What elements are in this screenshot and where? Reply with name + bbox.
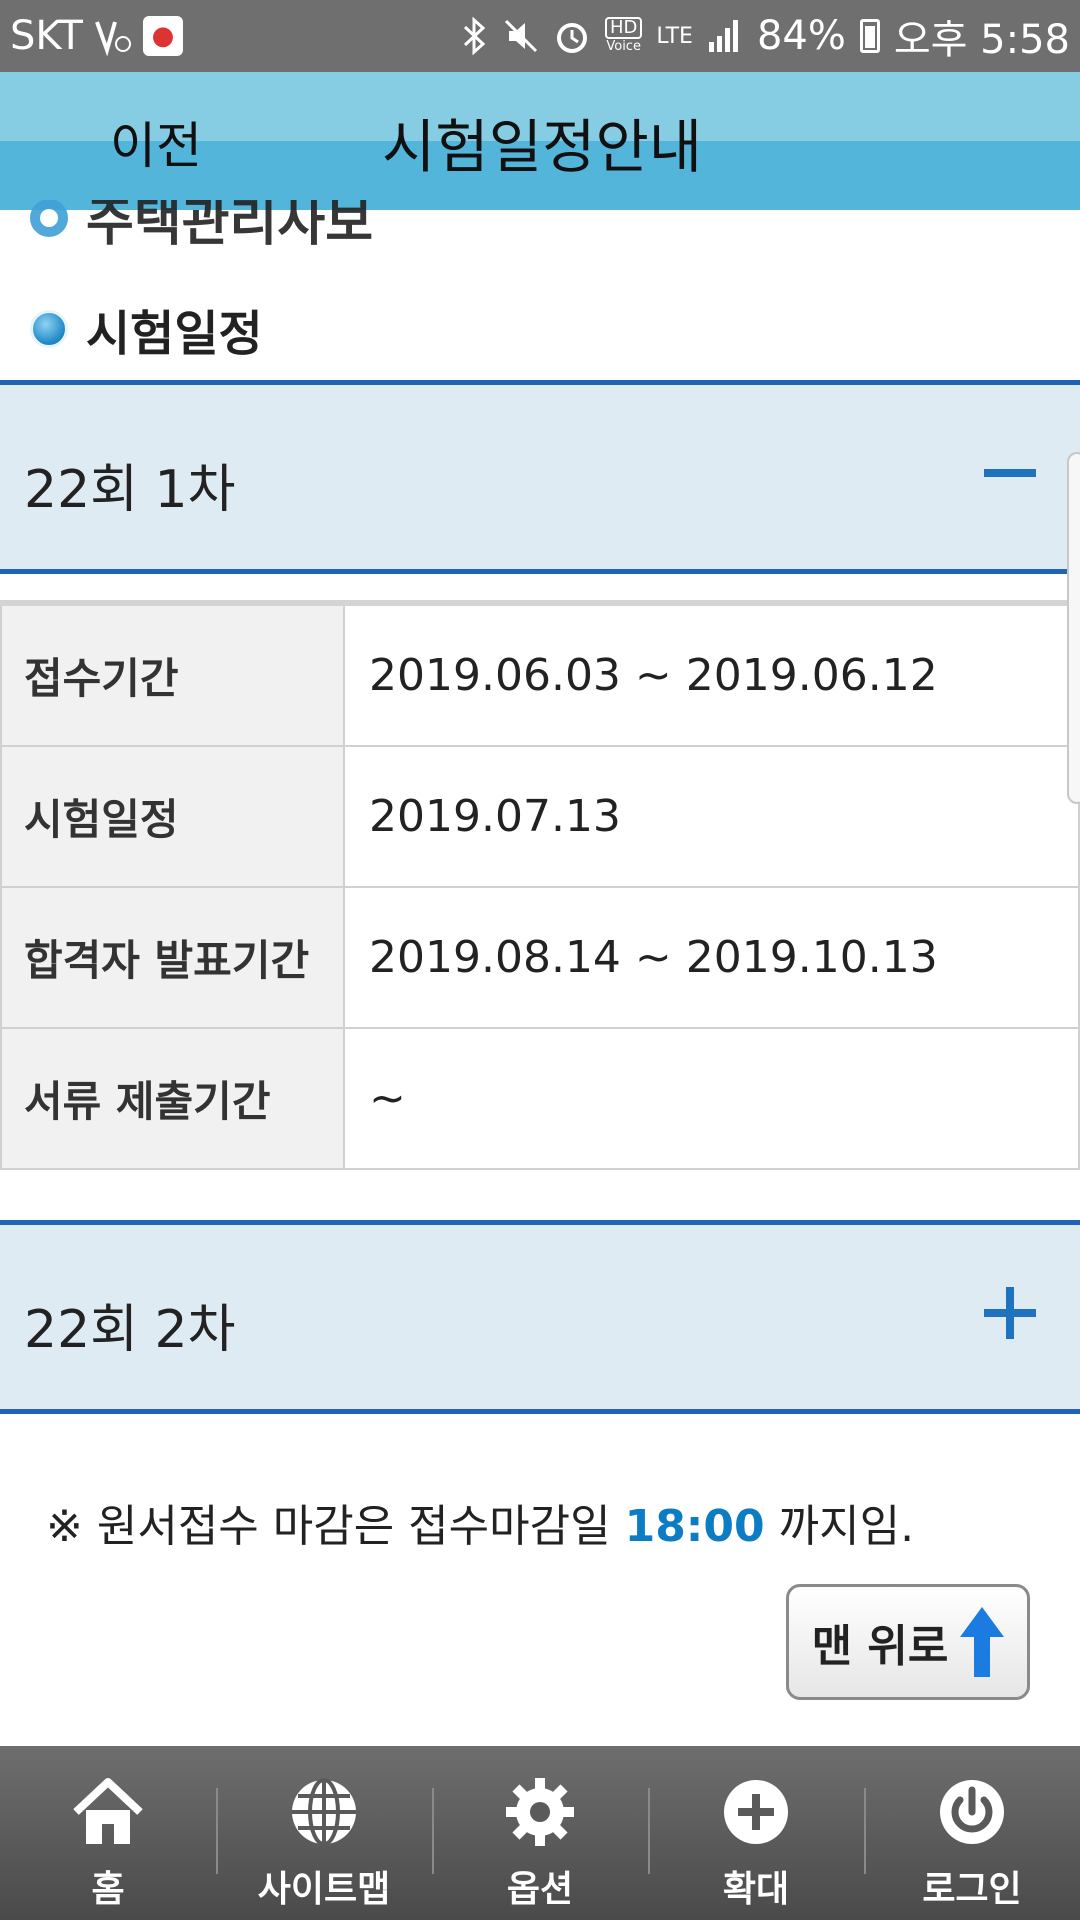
nav-item-options[interactable]: 옵션 xyxy=(432,1746,648,1920)
mute-icon xyxy=(503,16,539,56)
gear-icon xyxy=(500,1772,580,1852)
row-value: 2019.06.03 ~ 2019.06.12 xyxy=(345,606,1080,745)
bullet-icon xyxy=(30,200,68,237)
scroll-indicator[interactable] xyxy=(1067,452,1080,804)
arrow-up-icon xyxy=(960,1607,1005,1677)
row-value: ~ xyxy=(345,1029,1080,1168)
battery-icon xyxy=(859,19,880,53)
page-title: 시험일정안내 xyxy=(382,113,703,181)
back-to-top-button[interactable]: 맨 위로 xyxy=(786,1584,1030,1700)
table-row: 접수기간 2019.06.03 ~ 2019.06.12 xyxy=(0,606,1080,747)
row-value: 2019.08.14 ~ 2019.10.13 xyxy=(345,888,1080,1027)
nav-item-login[interactable]: 로그인 xyxy=(864,1746,1080,1920)
power-icon xyxy=(932,1772,1012,1852)
clock: 오후 5:58 xyxy=(893,17,1070,63)
plus-icon[interactable] xyxy=(980,1283,1040,1343)
accordion-label: 22회 1차 xyxy=(24,460,236,520)
accordion-label: 22회 2차 xyxy=(24,1300,236,1360)
nav-item-sitemap[interactable]: 사이트맵 xyxy=(216,1746,432,1920)
bluetooth-icon xyxy=(459,16,489,56)
plus-circle-icon xyxy=(716,1772,796,1852)
section-heading: 시험일정 xyxy=(30,294,263,364)
alarm-icon xyxy=(553,16,591,56)
row-label: 합격자 발표기간 xyxy=(0,888,345,1027)
row-label: 접수기간 xyxy=(0,606,345,745)
nav-item-home[interactable]: 홈 xyxy=(0,1746,216,1920)
nav-item-zoom[interactable]: 확대 xyxy=(648,1746,864,1920)
accordion-round2[interactable]: 22회 2차 xyxy=(0,1220,1080,1414)
hd-voice-icon: HD Voice xyxy=(604,17,643,54)
minus-icon[interactable] xyxy=(980,443,1040,503)
battery-percent: 84% xyxy=(756,13,846,59)
row-label: 서류 제출기간 xyxy=(0,1029,345,1168)
row-label: 시험일정 xyxy=(0,747,345,886)
table-row: 합격자 발표기간 2019.08.14 ~ 2019.10.13 xyxy=(0,888,1080,1029)
signal-icon xyxy=(707,18,743,54)
deadline-notice: ※ 원서접수 마감은 접수마감일 18:00 까지임. xyxy=(46,1501,915,1552)
back-button[interactable]: 이전 xyxy=(110,106,202,178)
table-row: 서류 제출기간 ~ xyxy=(0,1029,1080,1170)
bottom-nav: 홈 사이트맵 옵션 확대 로그인 xyxy=(0,1746,1080,1920)
app-header: 이전 시험일정안내 xyxy=(0,72,1080,210)
status-bar: SKT ● HD Voice LTE 84% 오후 5:58 xyxy=(0,0,1080,72)
network-type-label: LTE xyxy=(656,23,693,49)
globe-icon xyxy=(284,1772,364,1852)
bullet-icon xyxy=(30,310,68,348)
carrier-label: SKT xyxy=(10,13,83,59)
app-notification-icon: ● xyxy=(142,16,183,56)
deadline-time: 18:00 xyxy=(624,1501,765,1552)
home-icon xyxy=(68,1772,148,1852)
accordion-round1[interactable]: 22회 1차 xyxy=(0,380,1080,574)
row-value: 2019.07.13 xyxy=(345,747,1080,886)
table-row: 시험일정 2019.07.13 xyxy=(0,747,1080,888)
schedule-table: 접수기간 2019.06.03 ~ 2019.06.12 시험일정 2019.0… xyxy=(0,600,1080,1170)
volte-icon xyxy=(93,16,133,56)
